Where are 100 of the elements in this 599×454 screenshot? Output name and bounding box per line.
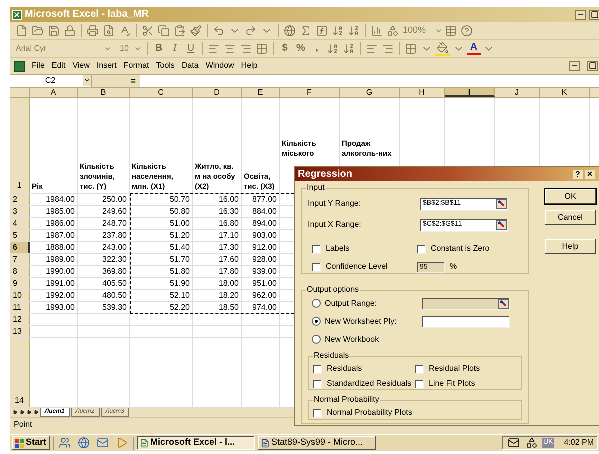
quick-launch-icon[interactable] — [56, 436, 73, 450]
row-header[interactable]: 13 — [10, 326, 30, 337]
minimize-button[interactable] — [569, 61, 580, 71]
table-icon[interactable] — [443, 23, 459, 38]
menu-item[interactable]: Window — [206, 60, 234, 72]
mail-icon[interactable] — [94, 436, 111, 450]
row-header[interactable]: 2 — [10, 194, 30, 205]
borders-icon[interactable] — [403, 41, 419, 56]
save-icon[interactable] — [46, 23, 62, 38]
column-header[interactable]: A — [30, 88, 78, 97]
option-label: Normal Probability Plots — [327, 407, 412, 419]
menu-item[interactable]: Help — [241, 60, 258, 72]
task-button[interactable]: Stat89-Sys99 - Micro... — [258, 436, 376, 450]
row-header[interactable]: 6 — [10, 242, 30, 253]
option-label: Confidence Level — [326, 261, 388, 273]
range-picker-icon[interactable] — [496, 199, 507, 209]
help-icon[interactable] — [459, 23, 475, 38]
row-header[interactable]: 11 — [10, 302, 30, 313]
menu-item[interactable]: Insert — [96, 60, 117, 72]
spreadsheet-cell: 52.20 — [170, 302, 190, 313]
row-header[interactable]: 9 — [10, 278, 30, 289]
style-button[interactable]: I — [167, 41, 183, 56]
dialog-button[interactable]: Help — [545, 239, 596, 254]
style-button[interactable]: B — [151, 41, 167, 56]
option-label: Line Fit Plots — [429, 378, 476, 390]
number-format-button[interactable]: , — [309, 41, 325, 56]
function-icon[interactable] — [314, 23, 330, 38]
help-button[interactable]: ? — [573, 170, 583, 178]
task-button[interactable]: Microsoft Excel - l... — [136, 436, 255, 450]
column-header[interactable]: I — [445, 88, 495, 97]
globe-icon[interactable] — [282, 23, 298, 38]
lock-icon[interactable] — [62, 23, 78, 38]
dialog-button[interactable]: Cancel — [545, 210, 596, 225]
formula-equals[interactable]: = — [92, 75, 140, 87]
spreadsheet-cell: 1987.00 — [46, 230, 75, 241]
column-header[interactable]: J — [495, 88, 540, 97]
font-color-button[interactable]: A — [467, 42, 481, 55]
column-header[interactable]: D — [193, 88, 242, 97]
checkbox[interactable] — [313, 364, 322, 374]
brush-icon[interactable] — [188, 23, 204, 38]
window-title: Microsoft Excel - laba_MR — [25, 8, 149, 22]
row-header[interactable]: 7 — [10, 254, 30, 265]
radio-button[interactable] — [312, 335, 321, 344]
option-label: Standardized Residuals — [327, 378, 412, 390]
close-button[interactable]: × — [585, 170, 595, 178]
range-picker-icon[interactable] — [498, 298, 509, 308]
checkbox[interactable] — [313, 408, 322, 418]
radio-button[interactable] — [312, 299, 321, 308]
browser-icon[interactable] — [76, 436, 92, 450]
shapes-icon[interactable] — [385, 23, 401, 38]
row-header[interactable]: 12 — [10, 314, 30, 325]
restore-button[interactable] — [589, 10, 599, 20]
column-header[interactable]: B — [78, 88, 130, 97]
spreadsheet-cell: 1990.00 — [46, 266, 75, 277]
fill-color-icon[interactable] — [435, 41, 451, 56]
number-format-button[interactable]: % — [293, 41, 309, 56]
menu-item[interactable]: Tools — [156, 60, 175, 72]
print-icon[interactable] — [85, 23, 101, 38]
dialog-button[interactable]: OK — [545, 189, 596, 204]
column-header[interactable]: G — [340, 88, 400, 97]
menu-item[interactable]: Format — [124, 60, 150, 72]
checkbox[interactable] — [312, 262, 321, 272]
spreadsheet-cell: 249.60 — [102, 206, 127, 217]
menu-item[interactable]: File — [32, 60, 45, 72]
row-header[interactable]: 5 — [10, 230, 30, 241]
folder-icon[interactable] — [30, 23, 46, 38]
chart-icon[interactable] — [369, 23, 385, 38]
row-header[interactable]: 3 — [10, 206, 30, 217]
checkbox[interactable] — [415, 380, 424, 388]
text-field[interactable] — [422, 316, 510, 328]
menu-item[interactable]: Data — [182, 60, 199, 72]
checkbox[interactable] — [313, 380, 322, 388]
spreadsheet-cell: 928.00 — [252, 254, 277, 265]
tray-icon[interactable] — [506, 436, 522, 450]
range-picker-icon[interactable] — [496, 220, 507, 230]
row-header[interactable]: 10 — [10, 290, 30, 301]
row-header[interactable]: 1 — [10, 98, 30, 193]
row-header[interactable]: 8 — [10, 266, 30, 277]
start-button[interactable]: Start — [12, 436, 50, 450]
column-header[interactable]: K — [540, 88, 590, 97]
copy-icon[interactable] — [156, 23, 172, 38]
minimize-button[interactable] — [575, 10, 586, 20]
column-header[interactable]: F — [280, 88, 340, 97]
checkbox[interactable] — [415, 364, 424, 374]
checkbox[interactable] — [312, 244, 321, 254]
menu-item[interactable]: View — [72, 60, 90, 72]
number-format-button[interactable]: $ — [277, 41, 293, 56]
menu-item[interactable]: Edit — [52, 60, 66, 72]
restore-button[interactable] — [587, 61, 598, 71]
spreadsheet-cell: 52.10 — [170, 290, 190, 301]
checkbox[interactable] — [417, 244, 426, 254]
row-header[interactable]: 14 — [10, 338, 30, 407]
style-button[interactable]: U — [183, 41, 199, 56]
merge-icon[interactable] — [254, 41, 270, 56]
range-field[interactable] — [422, 298, 510, 310]
column-header[interactable]: E — [242, 88, 280, 97]
radio-button[interactable] — [312, 317, 321, 326]
row-header[interactable]: 4 — [10, 218, 30, 229]
spreadsheet-cell: 894.00 — [252, 218, 277, 229]
column-header[interactable]: C — [130, 88, 193, 97]
